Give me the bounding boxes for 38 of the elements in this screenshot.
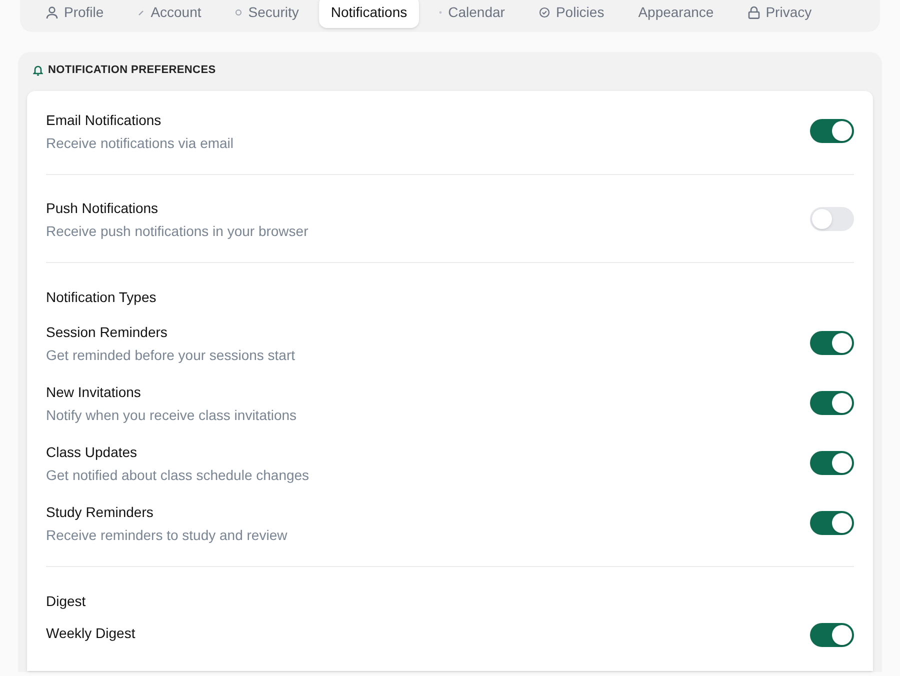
setting-description: Receive reminders to study and review [46, 526, 288, 544]
setting-title: Email Notifications [46, 110, 162, 130]
setting-title: Study Reminders [46, 502, 154, 522]
toggle-switch[interactable] [810, 623, 854, 647]
section-heading: Notification Types [46, 288, 158, 307]
setting-title: Weekly Digest [46, 624, 136, 643]
toggle-switch[interactable] [810, 511, 854, 535]
tab[interactable]: Calendar [425, 0, 519, 28]
setting-description: Get reminded before your sessions start [46, 346, 296, 364]
tab[interactable]: Account [124, 0, 216, 28]
setting-title: Push Notifications [46, 198, 160, 218]
toggle-switch[interactable] [810, 451, 854, 475]
setting-title: New Invitations [46, 382, 142, 402]
tab[interactable]: Policies [524, 0, 618, 28]
panel-title: NOTIFICATION PREFERENCES [48, 62, 216, 78]
setting-description: Receive notifications via email [46, 134, 234, 152]
tab[interactable]: Appearance [624, 0, 728, 28]
tab[interactable]: Notifications [318, 0, 420, 28]
toggle-switch[interactable] [810, 207, 854, 231]
bell-icon [33, 64, 43, 76]
toggle-switch[interactable] [810, 331, 854, 355]
toggle-switch[interactable] [810, 391, 854, 415]
circle-icon [235, 8, 242, 16]
setting-title: Session Reminders [46, 322, 168, 342]
setting-title: Class Updates [46, 442, 138, 462]
tab[interactable]: Privacy [734, 0, 826, 28]
setting-description: Notify when you receive class invitations [46, 406, 297, 424]
user-icon [46, 6, 58, 18]
tab[interactable]: Profile [32, 0, 118, 28]
section-heading: Digest [46, 592, 87, 611]
shield-check-icon [538, 6, 550, 18]
toggle-switch[interactable] [810, 119, 854, 143]
tab[interactable]: Security [221, 0, 313, 28]
lock-icon [748, 6, 760, 18]
pen-icon [138, 8, 145, 16]
setting-description: Get notified about class schedule changes [46, 466, 310, 484]
dot-icon [439, 10, 442, 14]
setting-description: Receive push notifications in your browser [46, 222, 308, 240]
